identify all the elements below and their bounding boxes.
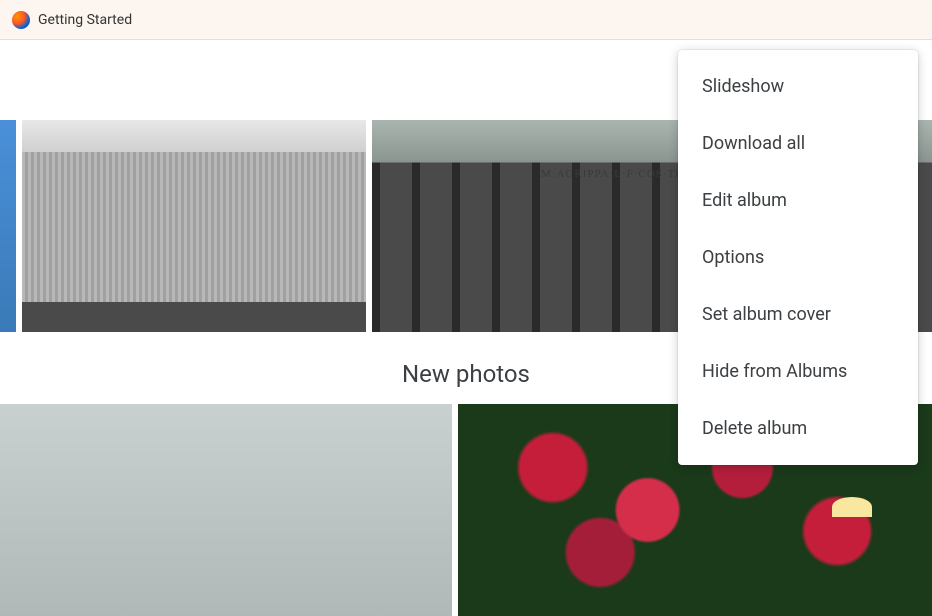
avatar[interactable] [832,497,872,517]
menu-item-hide-from-albums[interactable]: Hide from Albums [678,343,918,400]
menu-item-edit-album[interactable]: Edit album [678,172,918,229]
menu-item-set-album-cover[interactable]: Set album cover [678,286,918,343]
photo-thumbnail[interactable] [0,404,452,616]
photo-thumbnail[interactable] [22,120,366,332]
bookmark-bar: Getting Started [0,0,932,40]
bookmark-item-getting-started[interactable]: Getting Started [4,7,140,33]
bookmark-label: Getting Started [38,12,132,28]
menu-item-options[interactable]: Options [678,229,918,286]
menu-item-slideshow[interactable]: Slideshow [678,58,918,115]
menu-item-download-all[interactable]: Download all [678,115,918,172]
menu-item-delete-album[interactable]: Delete album [678,400,918,457]
photo-thumbnail[interactable] [0,120,16,332]
firefox-icon [12,11,30,29]
album-context-menu: Slideshow Download all Edit album Option… [678,50,918,465]
